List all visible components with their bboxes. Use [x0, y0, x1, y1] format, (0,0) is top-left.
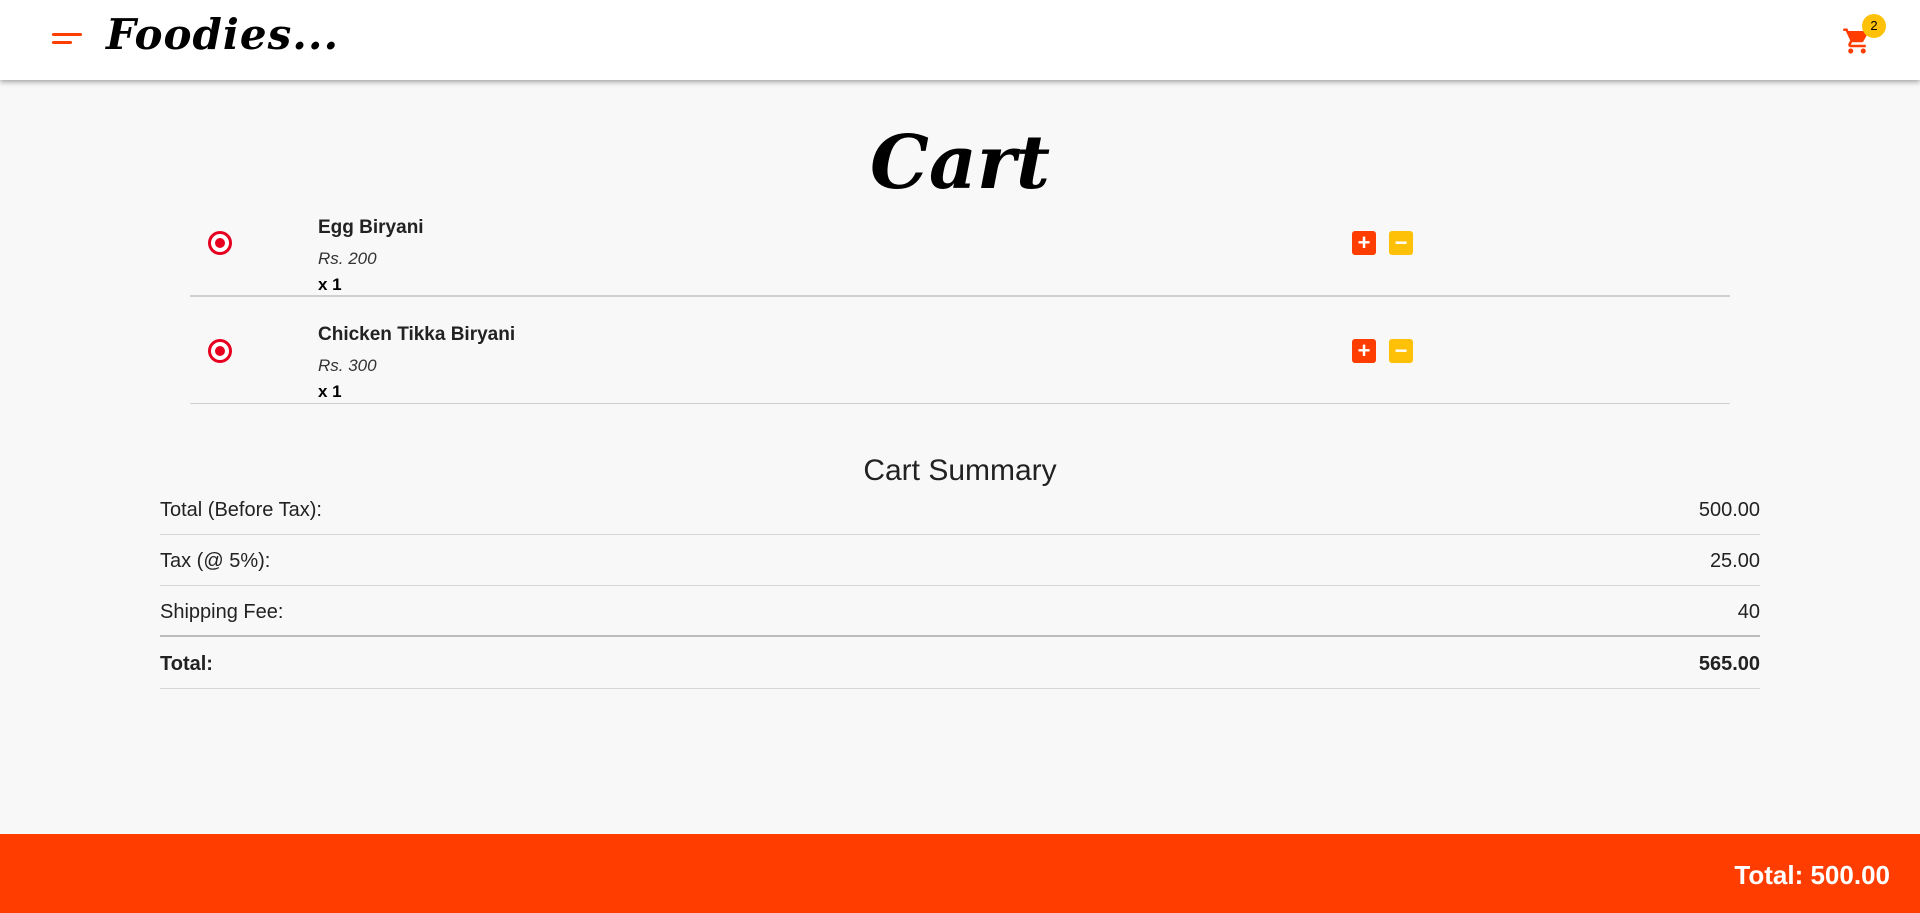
- decrease-quantity-button[interactable]: −: [1389, 231, 1413, 255]
- item-quantity: x 1: [318, 275, 342, 294]
- summary-value: 500.00: [1698, 499, 1760, 521]
- cart-summary-title: Cart Summary: [863, 454, 1057, 487]
- summary-row-shipping: Shipping Fee: 40: [160, 586, 1760, 637]
- decrease-quantity-button[interactable]: −: [1389, 338, 1413, 363]
- item-name: Chicken Tikka Biryani: [318, 324, 516, 345]
- increase-quantity-button[interactable]: +: [1352, 231, 1376, 255]
- brand-logo[interactable]: Foodies...: [106, 10, 339, 59]
- increase-quantity-button[interactable]: +: [1352, 338, 1376, 363]
- summary-row-subtotal: Total (Before Tax): 500.00: [160, 484, 1760, 535]
- summary-label: Shipping Fee:: [160, 601, 284, 623]
- summary-row-tax: Tax (@ 5%): 25.00: [160, 535, 1760, 586]
- menu-button[interactable]: [44, 26, 84, 54]
- item-select-radio[interactable]: [208, 231, 232, 255]
- footer-total: Total: 500.00: [1734, 860, 1890, 890]
- summary-value: 25.00: [1709, 550, 1760, 572]
- item-quantity: x 1: [318, 382, 342, 401]
- summary-row-total: Total: 565.00: [160, 638, 1760, 689]
- summary-value: 40: [1737, 601, 1760, 623]
- checkout-footer-bar[interactable]: Total: 500.00: [0, 834, 1920, 913]
- item-select-radio[interactable]: [208, 338, 232, 363]
- item-name: Egg Biryani: [318, 217, 424, 238]
- item-price: Rs. 300: [318, 356, 377, 375]
- cart-button[interactable]: 2: [1840, 14, 1886, 58]
- summary-label: Tax (@ 5%):: [160, 550, 271, 572]
- summary-value: 565.00: [1698, 653, 1760, 675]
- cart-item: Chicken Tikka Biryani Rs. 300 x 1 + −: [190, 298, 1730, 404]
- top-app-bar: Foodies... 2: [0, 0, 1920, 80]
- cart-item: Egg Biryani Rs. 200 x 1 + −: [190, 191, 1730, 297]
- summary-label: Total:: [160, 653, 213, 675]
- summary-label: Total (Before Tax):: [160, 499, 322, 521]
- cart-count-badge: 2: [1862, 14, 1886, 38]
- item-price: Rs. 200: [318, 249, 377, 268]
